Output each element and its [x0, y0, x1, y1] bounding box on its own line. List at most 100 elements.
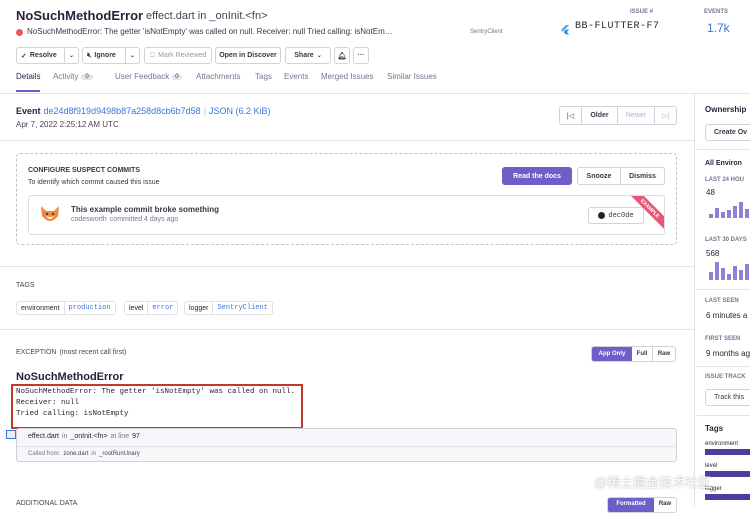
- tag-level[interactable]: level error: [124, 301, 179, 315]
- tab-details[interactable]: Details: [16, 72, 41, 92]
- mark-reviewed-button[interactable]: ☐ Mark Reviewed: [144, 47, 212, 64]
- chevron-down-icon: ⌄: [316, 53, 322, 59]
- tab-merged-issues[interactable]: Merged Issues: [321, 72, 373, 81]
- tab-user-feedback[interactable]: User Feedback 0: [115, 72, 182, 81]
- level-distribution-bar: [705, 471, 750, 477]
- full-button[interactable]: Full: [632, 347, 653, 361]
- last-seen-label: LAST SEEN: [705, 298, 739, 304]
- author-avatar: [38, 204, 62, 226]
- sidebar-divider: [697, 289, 750, 290]
- last-30d-value: 568: [706, 249, 720, 258]
- mute-icon: 🔇︎: [87, 51, 92, 59]
- last-seen-value: 6 minutes a: [706, 311, 748, 320]
- error-level-dot: [16, 29, 23, 36]
- frame-location: effect.dart in _onInit.<fn> at line 97: [28, 433, 140, 440]
- issue-title: NoSuchMethodError: [16, 8, 144, 23]
- sparkline-bar: [733, 266, 737, 280]
- last-24h-value: 48: [706, 188, 715, 197]
- formatted-button[interactable]: Formatted: [608, 498, 654, 512]
- events-count[interactable]: 1.7k: [707, 21, 730, 35]
- tag-distribution-environment[interactable]: environment: [705, 441, 738, 447]
- commit-meta: codesworth committed 4 days ago: [71, 216, 179, 223]
- tag-logger[interactable]: logger SentryClient: [184, 301, 273, 315]
- exception-section-title: EXCEPTION (most recent call first): [16, 349, 127, 356]
- older-event-button[interactable]: Older: [582, 107, 618, 124]
- tags-section-title: TAGS: [16, 282, 35, 289]
- event-json-link[interactable]: JSON (6.2 KiB): [209, 106, 271, 116]
- image-icon: [6, 430, 16, 439]
- latest-event-button[interactable]: ▷|: [655, 107, 676, 124]
- watermark: @稀土掘金技术社区: [594, 475, 712, 490]
- event-date: Apr 7, 2022 2:25:12 AM UTC: [16, 120, 119, 129]
- sparkline-bar: [721, 212, 725, 218]
- issue-number-label: ISSUE #: [630, 9, 654, 15]
- issue-id-link[interactable]: BB-FLUTTER-F7: [560, 21, 660, 34]
- sparkline-bar: [715, 208, 719, 218]
- additional-raw-button[interactable]: Raw: [654, 498, 676, 512]
- sparkline-bar: [721, 268, 725, 280]
- app-only-button[interactable]: App Only: [592, 347, 632, 361]
- tag-environment[interactable]: environment production: [16, 301, 116, 315]
- commit-title: This example commit broke something: [71, 205, 220, 214]
- example-commit-card: EXAMPLE: [28, 195, 665, 235]
- event-id-link[interactable]: de24d8f919d9498b87a258d8cb6b7d58: [44, 106, 201, 116]
- last-24h-label: LAST 24 HOU: [705, 177, 745, 183]
- bell-icon: 🔔︎: [337, 52, 347, 60]
- snooze-button[interactable]: Snooze: [578, 168, 621, 184]
- newer-event-button[interactable]: Newer: [618, 107, 655, 124]
- more-actions-button[interactable]: ···: [353, 47, 369, 64]
- sparkline-bar: [745, 264, 749, 280]
- tab-activity[interactable]: Activity 0: [53, 72, 93, 81]
- suspect-commits-title: CONFIGURE SUSPECT COMMITS: [28, 167, 141, 174]
- read-docs-button[interactable]: Read the docs: [502, 167, 572, 185]
- feedback-count-badge: 0: [172, 73, 182, 80]
- dismiss-button[interactable]: Dismiss: [621, 168, 664, 184]
- tags-divider: [0, 329, 694, 330]
- first-seen-value: 9 months ag: [706, 349, 750, 358]
- tab-similar-issues[interactable]: Similar Issues: [387, 72, 437, 81]
- chevron-down-icon[interactable]: ⌄: [64, 48, 78, 63]
- environment-select[interactable]: All Environ: [705, 160, 742, 167]
- events-label: EVENTS: [704, 9, 729, 15]
- exception-line-2: Receiver: null: [16, 399, 80, 407]
- share-button[interactable]: Share ⌄: [285, 47, 331, 64]
- subscribe-button[interactable]: 🔔︎: [334, 47, 350, 64]
- first-seen-label: FIRST SEEN: [705, 336, 741, 342]
- last-24h-sparkline: [709, 200, 750, 218]
- frame-divider: [17, 446, 676, 447]
- snooze-dismiss-group: Snooze Dismiss: [577, 167, 665, 185]
- tag-distribution-level[interactable]: level: [705, 463, 717, 469]
- exception-line-1: NoSuchMethodError: The getter 'isNotEmpt…: [16, 388, 296, 396]
- tab-attachments[interactable]: Attachments: [196, 72, 240, 81]
- resolve-button[interactable]: ✓ Resolve ⌄: [16, 47, 79, 64]
- open-in-discover-button[interactable]: Open in Discover: [215, 47, 281, 64]
- tab-events[interactable]: Events: [284, 72, 308, 81]
- sparkline-bar: [745, 209, 749, 218]
- suspect-divider: [0, 266, 694, 267]
- first-event-button[interactable]: |◁: [560, 107, 582, 124]
- chevron-down-icon[interactable]: ⌄: [125, 48, 139, 63]
- event-pagination: |◁ Older Newer ▷|: [559, 106, 677, 125]
- sidebar-divider: [697, 149, 750, 150]
- last-30d-sparkline: [709, 260, 750, 280]
- activity-count-badge: 0: [81, 73, 93, 80]
- ignore-button[interactable]: 🔇︎ Ignore ⌄: [82, 47, 140, 64]
- issue-message: NoSuchMethodError: The getter 'isNotEmpt…: [27, 27, 393, 36]
- tab-tags[interactable]: Tags: [255, 72, 272, 81]
- ownership-title: Ownership: [705, 105, 747, 114]
- sparkline-bar: [709, 272, 713, 280]
- sparkline-bar: [709, 214, 713, 218]
- create-ownership-button[interactable]: Create Ov: [705, 124, 750, 141]
- sparkline-bar: [739, 270, 743, 280]
- event-id-row: Event de24d8f919d9498b87a258d8cb6b7d58 |…: [16, 106, 271, 116]
- track-this-button[interactable]: Track this: [705, 389, 750, 406]
- github-icon: [598, 212, 606, 219]
- last-30d-label: LAST 30 DAYS: [705, 237, 747, 243]
- called-from: Called from: zone.dart in _rootRunUnary: [28, 451, 140, 457]
- sparkline-bar: [727, 210, 731, 218]
- raw-button[interactable]: Raw: [653, 347, 675, 361]
- flutter-icon: [560, 22, 570, 34]
- commit-hash-button[interactable]: dec0de: [588, 207, 644, 224]
- issue-tracking-label: ISSUE TRACK: [705, 374, 746, 380]
- exception-type: NoSuchMethodError: [16, 371, 124, 383]
